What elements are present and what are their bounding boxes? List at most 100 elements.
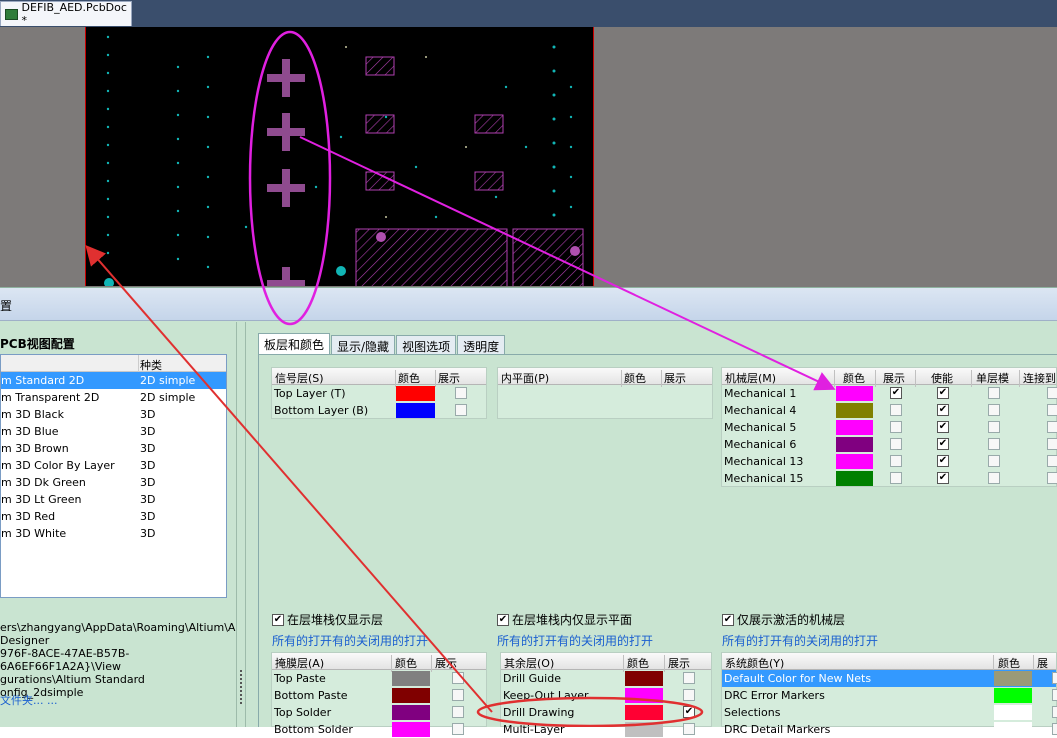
signal-layers-grid[interactable]: 信号层(S) 颜色 展示 Top Layer (T) Bottom Layer (… [271,367,487,419]
mech-enable-checkbox[interactable]: ✔ [937,421,949,433]
mask-show-checkbox[interactable] [452,706,464,718]
document-tab[interactable]: DEFIB_AED.PcbDoc * [0,1,132,27]
system-layer-row[interactable]: DRC Error Markers [722,687,1057,704]
mechanical-layers-grid[interactable]: 机械层(M) 颜色 展示 使能 单层模 连接到 Mechanical 1 ✔ ✔ Me… [721,367,1057,487]
mech-single-layer-checkbox[interactable] [988,472,1000,484]
mech-enable-checkbox[interactable]: ✔ [937,438,949,450]
view-config-row[interactable]: m 3D Black 3D [1,406,226,423]
other-layer-row[interactable]: Drill Guide [501,670,711,687]
panel-splitter[interactable] [236,322,246,727]
mask-show-checkbox[interactable] [452,723,464,735]
mech-show-checkbox[interactable] [890,455,902,467]
system-layer-row[interactable]: DRC Detail Markers [722,721,1057,738]
mask-color-swatch[interactable] [392,722,430,737]
mech-layer-row[interactable]: Mechanical 4 ✔ [722,402,1057,419]
mask-color-swatch[interactable] [392,688,430,703]
view-config-row[interactable]: m 3D Blue 3D [1,423,226,440]
mech-layer-row[interactable]: Mechanical 13 ✔ [722,453,1057,470]
only-stack-layers-checkbox[interactable]: ✔ 在层堆栈仅显示层 [272,611,383,628]
mask-layer-row[interactable]: Bottom Paste [272,687,486,704]
mask-layer-row[interactable]: Bottom Solder [272,721,486,738]
view-config-row[interactable]: m 3D White 3D [1,525,226,542]
mech-link-checkbox[interactable] [1047,455,1057,467]
signal-color-swatch[interactable] [396,403,435,418]
view-config-row[interactable]: m 3D Dk Green 3D [1,474,226,491]
pcb-view[interactable] [85,27,594,286]
other-layer-row[interactable]: Keep-Out Layer [501,687,711,704]
system-show-checkbox[interactable] [1052,689,1057,701]
other-show-checkbox[interactable]: ✔ [683,706,695,718]
other-show-checkbox[interactable] [683,723,695,735]
signal-show-checkbox[interactable] [455,387,467,399]
view-config-list[interactable]: 种类 m Standard 2D 2D simple m Transparent 2… [0,354,227,598]
view-config-row[interactable]: m Standard 2D 2D simple [1,372,226,389]
checkbox-box[interactable]: ✔ [272,613,284,626]
mech-color-swatch[interactable] [836,420,873,435]
mech-single-layer-checkbox[interactable] [988,455,1000,467]
mech-layer-row[interactable]: Mechanical 6 ✔ [722,436,1057,453]
other-show-checkbox[interactable] [683,689,695,701]
mech-link-checkbox[interactable] [1047,387,1057,399]
mask-show-checkbox[interactable] [452,689,464,701]
view-config-row[interactable]: m 3D Color By Layer 3D [1,457,226,474]
view-config-row[interactable]: m 3D Lt Green 3D [1,491,226,508]
signal-color-swatch[interactable] [396,386,435,401]
other-color-swatch[interactable] [625,688,663,703]
mech-toggle-links[interactable]: 所有的打开有的关闭用的打开 [722,632,878,649]
mech-color-swatch[interactable] [836,403,873,418]
only-active-mech-checkbox[interactable]: ✔ 仅展示激活的机械层 [722,611,845,628]
open-folder-link[interactable]: 文件夹... ... [0,692,57,708]
mech-single-layer-checkbox[interactable] [988,421,1000,433]
other-color-swatch[interactable] [625,722,663,737]
other-layers-grid[interactable]: 其余层(O) 颜色 展示 Drill Guide Keep-Out Layer Dr… [500,652,712,737]
signal-layer-row[interactable]: Bottom Layer (B) [272,402,486,419]
mech-color-swatch[interactable] [836,386,873,401]
tab-transparency[interactable]: 透明度 [457,335,506,354]
other-color-swatch[interactable] [625,705,663,720]
system-color-swatch[interactable] [994,671,1032,686]
system-show-checkbox[interactable] [1052,706,1057,718]
checkbox-box[interactable]: ✔ [497,613,509,626]
mask-color-swatch[interactable] [392,705,430,720]
mask-layer-row[interactable]: Top Paste [272,670,486,687]
mech-show-checkbox[interactable] [890,404,902,416]
system-color-swatch[interactable] [994,705,1032,720]
view-config-row[interactable]: m 3D Red 3D [1,508,226,525]
system-colors-grid[interactable]: 系统颜色(Y) 颜色 展示 Default Color for New Nets… [721,652,1057,737]
system-show-checkbox[interactable] [1052,723,1057,735]
mech-color-swatch[interactable] [836,454,873,469]
mech-enable-checkbox[interactable]: ✔ [937,455,949,467]
other-layer-row[interactable]: Multi-Layer [501,721,711,738]
system-layer-row[interactable]: Selections [722,704,1057,721]
other-show-checkbox[interactable] [683,672,695,684]
mech-enable-checkbox[interactable]: ✔ [937,472,949,484]
mech-single-layer-checkbox[interactable] [988,438,1000,450]
mech-show-checkbox[interactable] [890,472,902,484]
system-color-swatch[interactable] [994,722,1032,737]
internal-planes-grid[interactable]: 内平面(P) 颜色 展示 [497,367,713,419]
signal-show-checkbox[interactable] [455,404,467,416]
mask-color-swatch[interactable] [392,671,430,686]
mech-show-checkbox[interactable] [890,438,902,450]
only-stack-planes-checkbox[interactable]: ✔ 在层堆栈内仅显示平面 [497,611,632,628]
view-config-row[interactable]: m 3D Brown 3D [1,440,226,457]
mech-link-checkbox[interactable] [1047,438,1057,450]
mech-layer-row[interactable]: Mechanical 5 ✔ [722,419,1057,436]
tab-show-hide[interactable]: 显示/隐藏 [331,335,396,354]
mech-show-checkbox[interactable] [890,421,902,433]
checkbox-box[interactable]: ✔ [722,613,734,626]
splitter-grip[interactable] [240,670,242,704]
mech-layer-row[interactable]: Mechanical 1 ✔ ✔ [722,385,1057,402]
system-show-checkbox[interactable] [1052,672,1057,684]
mech-enable-checkbox[interactable]: ✔ [937,404,949,416]
mech-link-checkbox[interactable] [1047,421,1057,433]
system-color-swatch[interactable] [994,688,1032,703]
mech-single-layer-checkbox[interactable] [988,387,1000,399]
tab-view-options[interactable]: 视图选项 [396,335,457,354]
system-layer-row[interactable]: Default Color for New Nets [722,670,1057,687]
mech-enable-checkbox[interactable]: ✔ [937,387,949,399]
tab-layers-colors[interactable]: 板层和颜色 [258,333,331,354]
signal-layer-row[interactable]: Top Layer (T) [272,385,486,402]
other-layer-row[interactable]: Drill Drawing ✔ [501,704,711,721]
mask-layer-row[interactable]: Top Solder [272,704,486,721]
